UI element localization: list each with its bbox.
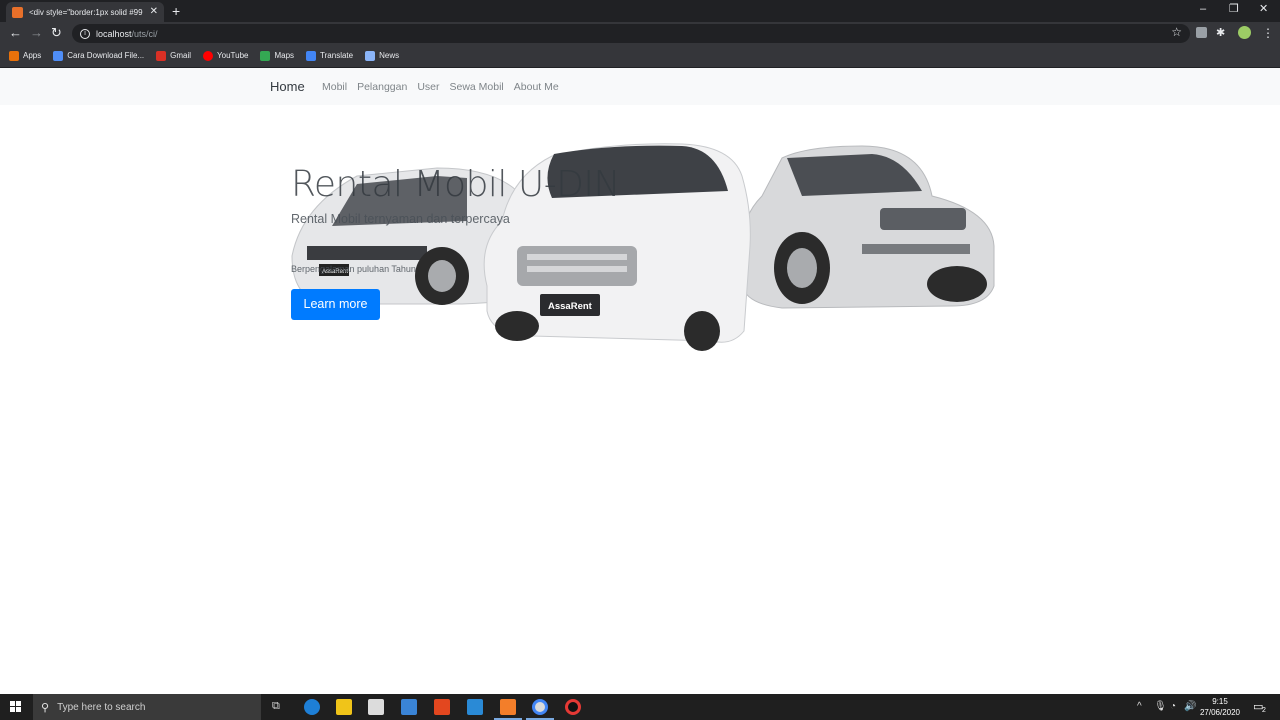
- bookmark-label: Maps: [274, 51, 295, 60]
- bookmark-youtube[interactable]: YouTube: [203, 50, 249, 61]
- youtube-icon: [203, 50, 214, 61]
- address-bar[interactable]: i localhost /uts/ci/ ☆: [72, 24, 1190, 43]
- maps-icon: [260, 50, 271, 61]
- mail-icon[interactable]: [401, 699, 417, 715]
- car-right: [741, 145, 995, 309]
- tab-strip: <div style="border:1px solid #99 ✕ + – ❐…: [0, 0, 1280, 22]
- nav-home-link[interactable]: Home: [270, 79, 305, 94]
- minimize-button[interactable]: –: [1200, 2, 1206, 16]
- bookmark-label: Translate: [320, 51, 354, 60]
- file-explorer-icon[interactable]: [336, 699, 352, 715]
- bookmark-news[interactable]: News: [365, 50, 400, 61]
- tab-close-icon[interactable]: ✕: [150, 7, 158, 17]
- hero-text: Berpengalaman puluhan Tahun: [291, 264, 416, 274]
- maximize-button[interactable]: ❐: [1229, 2, 1239, 16]
- url-host: localhost: [96, 28, 132, 39]
- bookmarks-bar: Apps Cara Download File... Gmail YouTube…: [0, 44, 1280, 68]
- chrome-icon[interactable]: [532, 699, 548, 715]
- translate-icon: [306, 50, 317, 61]
- browser-tab[interactable]: <div style="border:1px solid #99 ✕: [6, 2, 164, 22]
- extension-icon[interactable]: [1196, 27, 1207, 38]
- bookmark-label: Cara Download File...: [67, 51, 145, 60]
- search-icon: ⚲: [41, 701, 50, 714]
- bookmark-label: Apps: [23, 51, 42, 60]
- windows-start-icon[interactable]: [10, 701, 22, 713]
- bookmark-translate[interactable]: Translate: [306, 50, 354, 61]
- search-placeholder: Type here to search: [57, 701, 146, 713]
- nav-links: Mobil Pelanggan User Sewa Mobil About Me: [322, 81, 569, 93]
- bookmark-label: News: [379, 51, 400, 60]
- windows-taskbar: ⚲ Type here to search ⧉ ^ 🎙 ◔ 🔊 9:15 27/…: [0, 694, 1280, 720]
- bookmark-label: Gmail: [170, 51, 192, 60]
- nav-link-sewa-mobil[interactable]: Sewa Mobil: [449, 81, 503, 93]
- plate-center: AssaRent: [548, 301, 593, 312]
- nav-link-about-me[interactable]: About Me: [514, 81, 559, 93]
- clock-time: 9:15: [1212, 697, 1228, 706]
- back-arrow-icon[interactable]: ←: [9, 25, 22, 41]
- url-path: /uts/ci/: [131, 28, 158, 39]
- vscode-icon[interactable]: [467, 699, 483, 715]
- nav-link-mobil[interactable]: Mobil: [322, 81, 347, 93]
- apps-grid-icon: [9, 50, 19, 61]
- system-clock[interactable]: 9:15 27/06/2020: [1196, 696, 1244, 718]
- recorder-icon[interactable]: [565, 699, 581, 715]
- menu-dots-icon[interactable]: ⋮: [1262, 25, 1274, 41]
- nav-link-user[interactable]: User: [417, 81, 439, 93]
- bookmark-cara-download[interactable]: Cara Download File...: [53, 50, 145, 61]
- profile-avatar[interactable]: [1238, 26, 1251, 39]
- browser-toolbar: ← → ↻ i localhost /uts/ci/ ☆ ✱ ⋮: [0, 22, 1280, 44]
- store-icon[interactable]: [368, 699, 384, 715]
- bookmark-star-icon[interactable]: ☆: [1171, 25, 1182, 39]
- close-window-button[interactable]: ✕: [1259, 2, 1268, 16]
- gmail-icon: [156, 50, 167, 61]
- taskbar-search-box[interactable]: ⚲ Type here to search: [33, 694, 261, 720]
- volume-icon[interactable]: 🔊: [1184, 700, 1196, 714]
- task-view-icon[interactable]: ⧉: [272, 699, 280, 713]
- notification-count: 2: [1262, 707, 1266, 714]
- hero-lead: Rental Mobil ternyaman dan terpercaya: [291, 212, 510, 226]
- microphone-icon[interactable]: 🎙: [1154, 700, 1167, 714]
- clock-date: 27/06/2020: [1199, 708, 1241, 717]
- site-icon: [53, 50, 64, 61]
- news-icon: [365, 50, 376, 61]
- xampp-favicon-icon: [12, 6, 23, 18]
- office-icon[interactable]: [434, 699, 450, 715]
- xampp-icon[interactable]: [500, 699, 516, 715]
- tray-chevron-icon[interactable]: ^: [1137, 700, 1142, 714]
- bookmark-gmail[interactable]: Gmail: [156, 50, 192, 61]
- forward-arrow-icon[interactable]: →: [30, 25, 43, 41]
- bookmark-maps[interactable]: Maps: [260, 50, 295, 61]
- new-tab-button[interactable]: +: [172, 3, 180, 19]
- learn-more-button[interactable]: Learn more: [291, 289, 380, 320]
- network-icon[interactable]: ◔: [1170, 700, 1176, 714]
- info-icon[interactable]: i: [80, 28, 90, 39]
- nav-link-pelanggan[interactable]: Pelanggan: [357, 81, 407, 93]
- tab-title: <div style="border:1px solid #99: [29, 7, 143, 17]
- bookmark-label: YouTube: [217, 51, 249, 60]
- site-navbar: Home Mobil Pelanggan User Sewa Mobil Abo…: [0, 68, 1280, 105]
- puzzle-extensions-icon[interactable]: ✱: [1216, 25, 1225, 41]
- bookmark-apps[interactable]: Apps: [9, 50, 42, 61]
- reload-icon[interactable]: ↻: [51, 25, 62, 41]
- edge-icon[interactable]: [304, 699, 320, 715]
- web-page: Home Mobil Pelanggan User Sewa Mobil Abo…: [0, 68, 1280, 694]
- hero-title: Rental Mobil U-DIN: [291, 164, 620, 205]
